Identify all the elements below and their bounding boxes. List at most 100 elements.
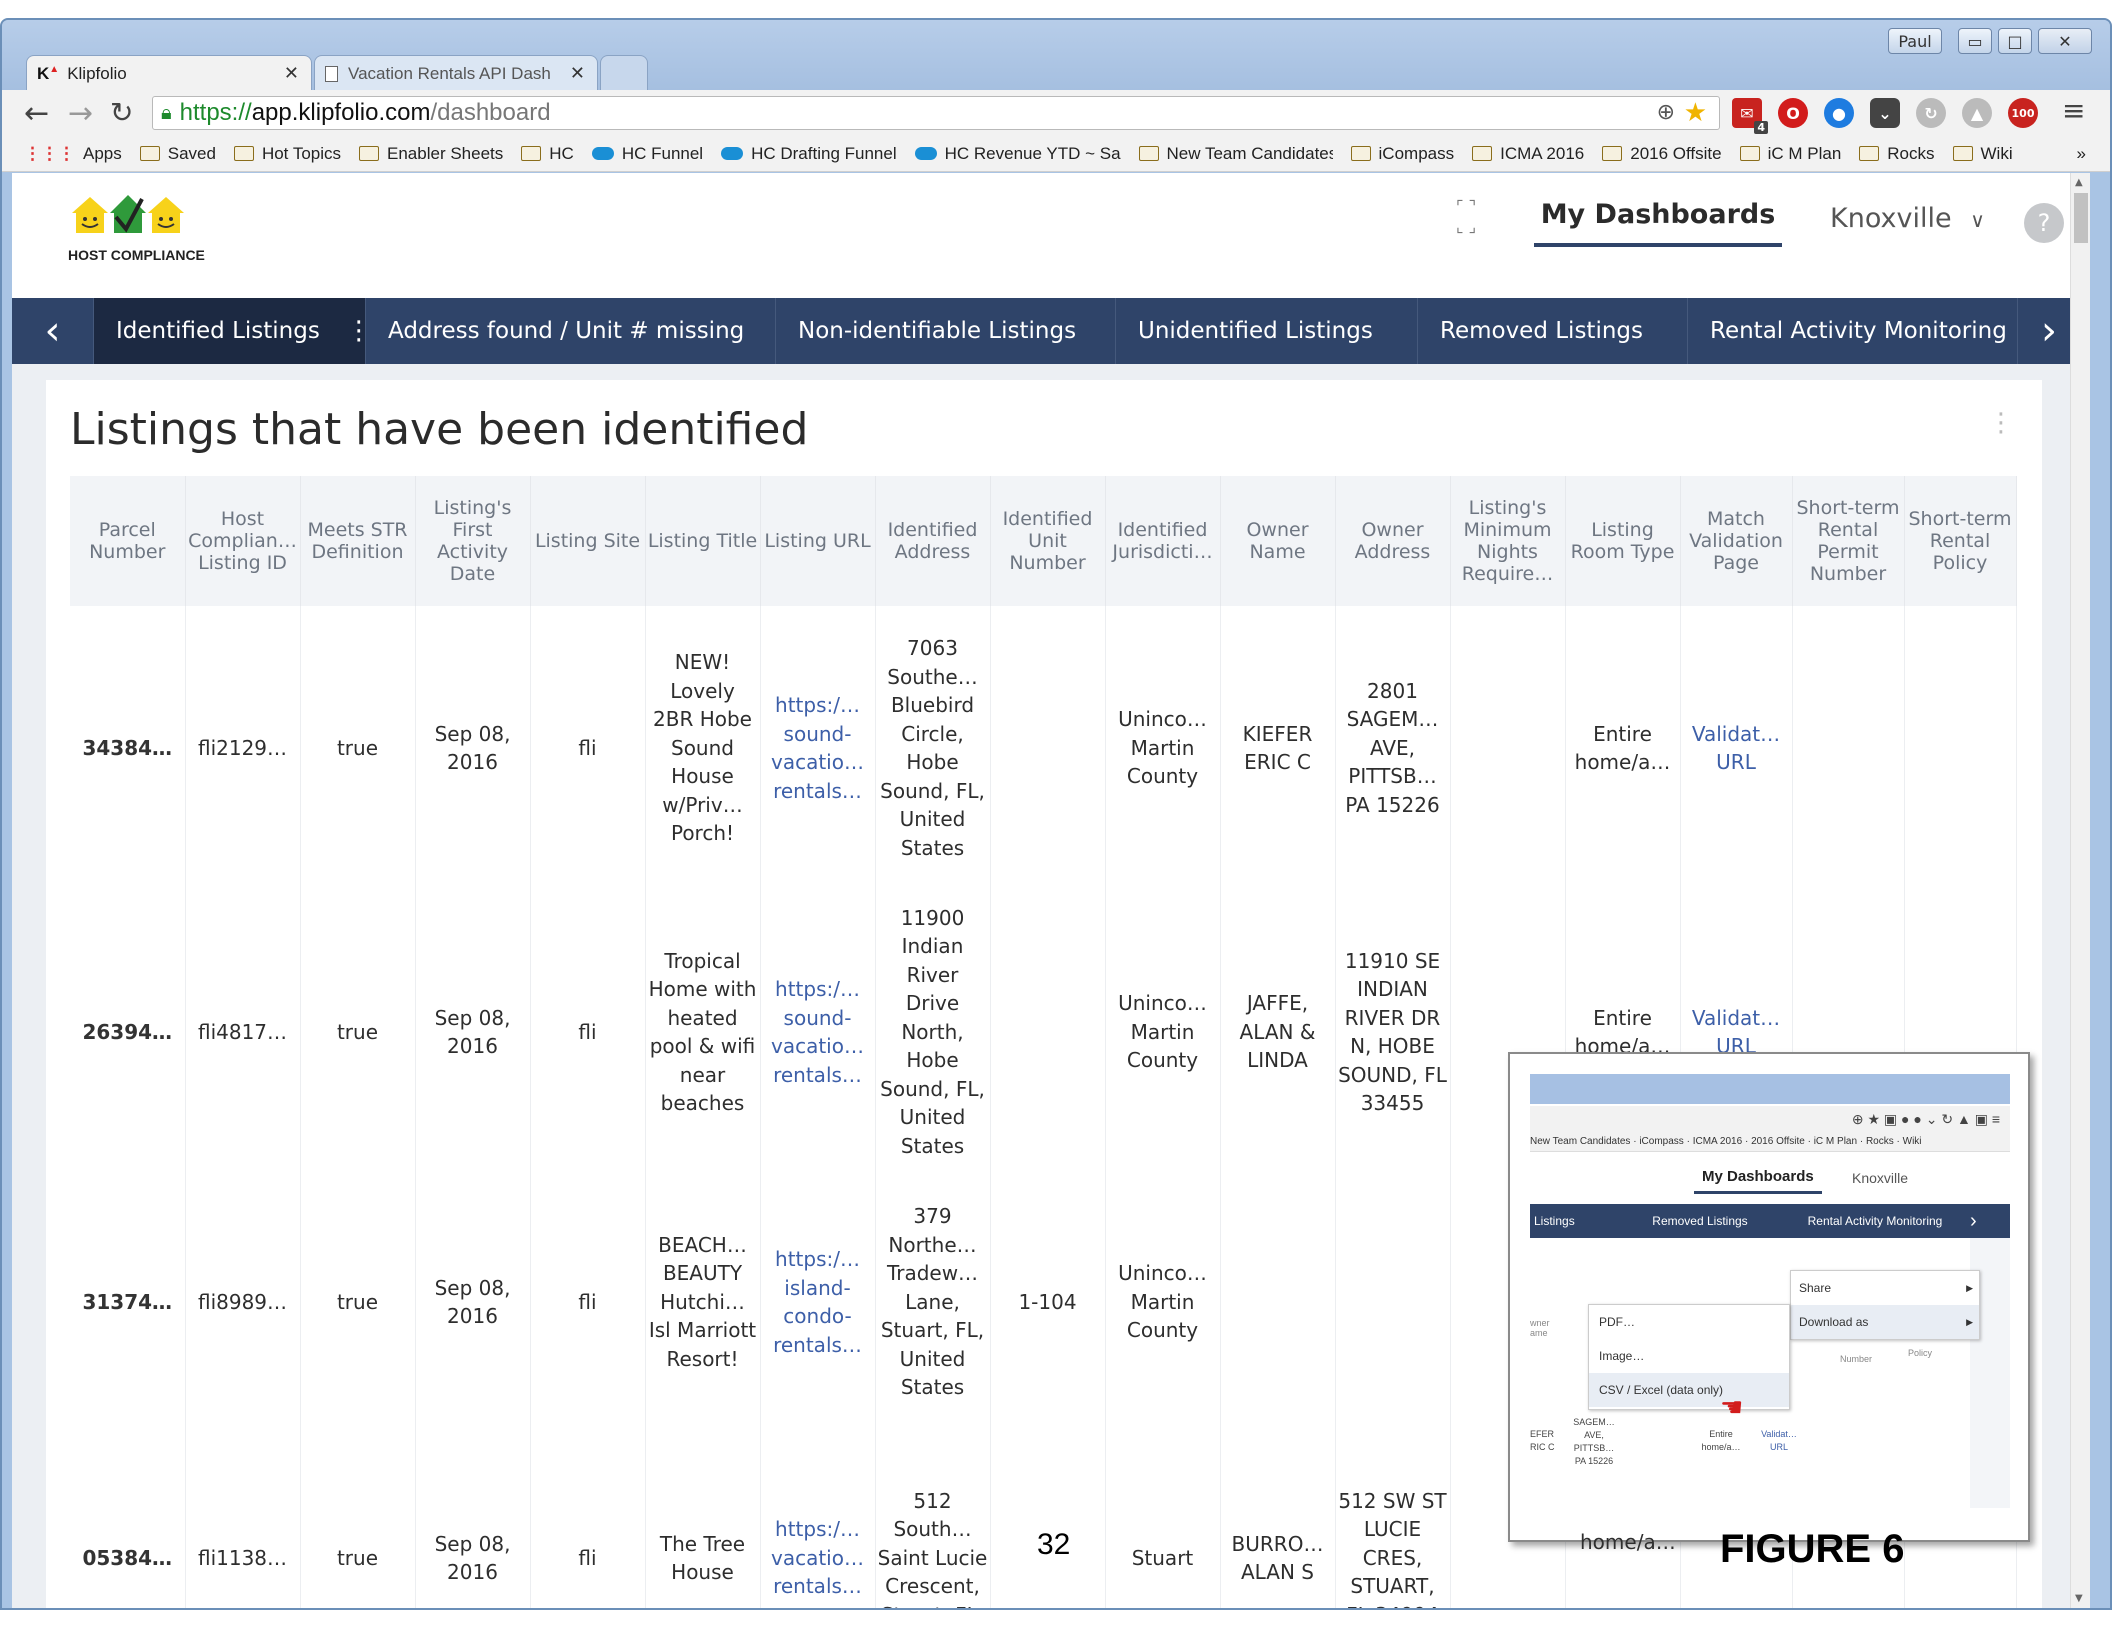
zoom-icon[interactable]: ⊕ bbox=[1657, 99, 1675, 125]
help-icon[interactable]: ? bbox=[2024, 203, 2064, 243]
host-compliance-logo[interactable]: HOST COMPLIANCE bbox=[68, 191, 218, 263]
col-header[interactable]: Host Complian… Listing ID bbox=[185, 476, 301, 606]
tab-klipfolio[interactable]: K▲ Klipfolio ✕ bbox=[26, 55, 312, 91]
cell-listing-url[interactable]: https:/… island-condo-rentals… bbox=[760, 1174, 876, 1430]
new-tab-button[interactable] bbox=[600, 55, 648, 91]
speed-extension-icon[interactable]: 100 bbox=[2008, 98, 2038, 128]
scroll-thumb[interactable] bbox=[2074, 193, 2088, 243]
bookmarks-bar: ⋮⋮⋮ Apps Saved Hot Topics Enabler Sheets … bbox=[2, 136, 2110, 172]
folder-icon bbox=[139, 146, 160, 161]
menu-item-share[interactable]: Share ▶ bbox=[1791, 1271, 1979, 1305]
tab-vacation-rentals[interactable]: Vacation Rentals API Dash ✕ bbox=[314, 55, 598, 91]
col-header[interactable]: Identified Address bbox=[875, 476, 991, 606]
close-icon[interactable]: ✕ bbox=[570, 63, 585, 84]
sync-icon[interactable]: ↻ bbox=[1916, 98, 1946, 128]
scroll-up-icon[interactable]: ▲ bbox=[2075, 177, 2083, 188]
bookmark-salesforce[interactable]: HC Drafting Funnel bbox=[721, 144, 897, 164]
mail-extension-icon[interactable]: ✉ 4 bbox=[1732, 98, 1768, 134]
pocket-icon[interactable]: ⌄ bbox=[1870, 98, 1900, 128]
chevron-right-icon: ▶ bbox=[1966, 1317, 1973, 1327]
menu-item-download-as[interactable]: Download as ▶ bbox=[1791, 1305, 1979, 1339]
page-scrollbar[interactable]: ▲ ▼ bbox=[2070, 173, 2090, 1608]
cell-listing-url[interactable]: https:/… sound-vacatio… rentals… bbox=[760, 890, 876, 1174]
tab-removed[interactable]: Removed Listings bbox=[1418, 298, 1688, 364]
star-icon[interactable]: ★ bbox=[1684, 97, 1707, 128]
col-header[interactable]: Parcel Number bbox=[70, 476, 186, 606]
zoom-extension-icon[interactable]: ● bbox=[1824, 98, 1854, 128]
bookmark-folder[interactable]: Hot Topics bbox=[233, 144, 341, 164]
account-dropdown[interactable]: Knoxville ∨ bbox=[1830, 203, 1985, 234]
address-bar[interactable]: 🔒︎ https:// app.klipfolio.com /dashboard… bbox=[152, 96, 1720, 130]
tab-unidentified[interactable]: Unidentified Listings bbox=[1116, 298, 1418, 364]
maximize-button[interactable]: □ bbox=[1998, 28, 2032, 54]
col-header[interactable]: Owner Address bbox=[1335, 476, 1451, 606]
inset-my-dashboards: My Dashboards bbox=[1694, 1168, 1822, 1194]
inset-download-submenu: PDF… Image… CSV / Excel (data only) bbox=[1588, 1304, 1790, 1410]
tab-rental-activity[interactable]: Rental Activity Monitoring bbox=[1688, 298, 2018, 364]
bookmark-apps[interactable]: ⋮⋮⋮ Apps bbox=[24, 144, 122, 164]
col-header[interactable]: Identified Unit Number bbox=[990, 476, 1106, 606]
bookmark-folder[interactable]: New Team Candidates bbox=[1138, 144, 1333, 164]
folder-icon bbox=[1859, 146, 1880, 161]
fullscreen-icon[interactable]: ⌜ ⌝ ⌞ ⌟ bbox=[1456, 197, 1476, 237]
col-header[interactable]: Owner Name bbox=[1220, 476, 1336, 606]
bookmark-folder[interactable]: ICMA 2016 bbox=[1472, 144, 1584, 164]
col-header[interactable]: Listing's Minimum Nights Require… bbox=[1450, 476, 1566, 606]
cell-listing-url[interactable]: https:/… vacatio… rentals… bbox=[760, 1430, 876, 1608]
cell-meets-str: true bbox=[300, 1174, 416, 1430]
tab-non-identifiable[interactable]: Non-identifiable Listings bbox=[776, 298, 1116, 364]
col-header[interactable]: Meets STR Definition bbox=[300, 476, 416, 606]
folder-icon bbox=[1472, 146, 1493, 161]
col-header[interactable]: Listing Room Type bbox=[1565, 476, 1681, 606]
bookmark-folder[interactable]: HC bbox=[521, 144, 574, 164]
cell-address: 7063 Southe… Bluebird Circle, Hobe Sound… bbox=[875, 606, 991, 890]
inset-bookmarks: New Team Candidates · iCompass · ICMA 20… bbox=[1530, 1132, 2010, 1152]
bookmark-salesforce[interactable]: HC Funnel bbox=[591, 144, 703, 164]
back-arrow-icon[interactable]: ← bbox=[24, 96, 49, 131]
col-header[interactable]: Identified Jurisdicti… bbox=[1105, 476, 1221, 606]
inset-toolbar: ⊕ ★ ▣ ● ● ⌄ ↻ ▲ ▣ ≡ bbox=[1530, 1106, 2010, 1132]
cell-validation-link[interactable]: Validat… URL bbox=[1680, 606, 1793, 890]
nav-prev-button[interactable]: ‹ bbox=[12, 298, 94, 364]
col-header[interactable]: Listing Title bbox=[645, 476, 761, 606]
salesforce-icon bbox=[914, 147, 937, 160]
bookmarks-overflow-icon[interactable]: » bbox=[2077, 144, 2086, 164]
opera-icon[interactable]: O bbox=[1778, 98, 1808, 128]
close-icon[interactable]: ✕ bbox=[284, 63, 299, 84]
col-header[interactable]: Listing's First Activity Date bbox=[415, 476, 531, 606]
my-dashboards-tab[interactable]: My Dashboards bbox=[1534, 199, 1782, 247]
tab-identified-listings[interactable]: Identified Listings ⋮ bbox=[94, 298, 372, 364]
col-header[interactable]: Listing Site bbox=[530, 476, 646, 606]
menu-item-csv-excel[interactable]: CSV / Excel (data only) bbox=[1589, 1373, 1789, 1407]
reload-icon[interactable]: ↻ bbox=[110, 96, 133, 129]
bookmark-folder[interactable]: 2016 Offsite bbox=[1602, 144, 1722, 164]
user-badge[interactable]: Paul bbox=[1888, 28, 1942, 54]
forward-arrow-icon[interactable]: → bbox=[68, 96, 93, 131]
bookmark-salesforce[interactable]: HC Revenue YTD ~ Sa bbox=[914, 144, 1121, 164]
tab-address-found[interactable]: Address found / Unit # missing bbox=[366, 298, 776, 364]
bookmark-folder[interactable]: Wiki bbox=[1952, 144, 2013, 164]
col-header[interactable]: Listing URL bbox=[760, 476, 876, 606]
bookmark-folder[interactable]: Rocks bbox=[1859, 144, 1935, 164]
bookmark-folder[interactable]: Enabler Sheets bbox=[359, 144, 503, 164]
scroll-down-icon[interactable]: ▼ bbox=[2075, 1593, 2083, 1604]
menu-icon[interactable]: ≡ bbox=[2062, 94, 2085, 127]
cell-listing-url[interactable]: https:/… sound-vacatio… rentals… bbox=[760, 606, 876, 890]
bookmark-folder[interactable]: Saved bbox=[139, 144, 216, 164]
inset-bg-room-type: Entire home/a… bbox=[1701, 1429, 1741, 1452]
figure-label: FIGURE 6 bbox=[1720, 1527, 1905, 1571]
bookmark-folder[interactable]: iC M Plan bbox=[1739, 144, 1841, 164]
col-header[interactable]: Match Validation Page bbox=[1680, 476, 1793, 606]
menu-item-image[interactable]: Image… bbox=[1589, 1339, 1789, 1373]
menu-item-pdf[interactable]: PDF… bbox=[1589, 1305, 1789, 1339]
card-menu-icon[interactable]: ⋮ bbox=[1988, 408, 2014, 438]
cell-jurisdiction: Stuart bbox=[1105, 1430, 1221, 1608]
col-header[interactable]: Short-term Rental Permit Number bbox=[1792, 476, 1905, 606]
col-header[interactable]: Short-term Rental Policy bbox=[1904, 476, 2017, 606]
drive-icon[interactable]: ▲ bbox=[1962, 98, 1992, 128]
browser-toolbar: ← → ↻ 🔒︎ https:// app.klipfolio.com /das… bbox=[2, 90, 2110, 136]
window-close-button[interactable]: ✕ bbox=[2038, 28, 2092, 54]
bookmark-folder[interactable]: iCompass bbox=[1350, 144, 1454, 164]
minimize-button[interactable]: ▭ bbox=[1958, 28, 1992, 54]
cell-unit bbox=[990, 606, 1106, 890]
